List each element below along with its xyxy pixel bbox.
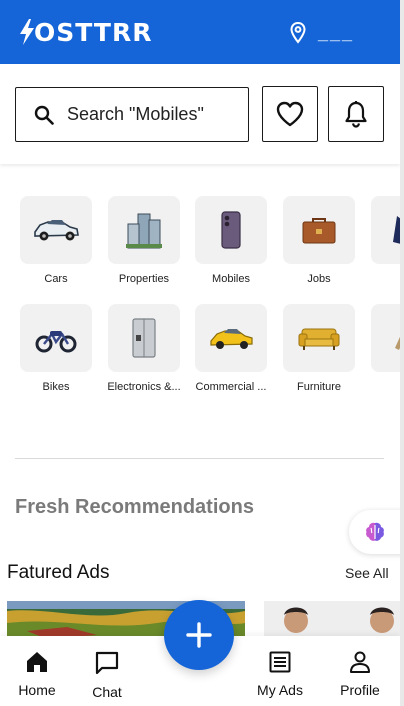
building-icon <box>126 213 162 249</box>
nav-chat-label: Chat <box>92 684 122 700</box>
category-tile <box>371 196 400 264</box>
nav-profile[interactable]: Profile <box>325 650 395 698</box>
home-icon <box>27 652 47 672</box>
location-text: ___ <box>318 22 355 43</box>
misc-icon <box>395 336 400 350</box>
nav-profile-label: Profile <box>340 682 380 698</box>
category-label: Cars <box>44 273 68 285</box>
logo-text: OSTTRR <box>34 17 153 47</box>
category-properties[interactable]: Properties <box>107 196 181 285</box>
search-icon <box>34 105 54 125</box>
category-tile <box>283 304 355 372</box>
category-mobiles[interactable]: Mobiles <box>194 196 268 285</box>
profile-icon <box>350 651 370 673</box>
search-input[interactable]: Search "Mobiles" <box>15 87 249 142</box>
favorites-button[interactable] <box>262 86 318 142</box>
category-furniture[interactable]: Furniture <box>282 304 356 393</box>
bell-icon <box>345 101 367 128</box>
my-ads-icon <box>269 651 291 673</box>
search-row: Search "Mobiles" <box>0 64 400 164</box>
ai-assistant-button[interactable] <box>349 510 400 554</box>
fridge-icon <box>132 318 156 358</box>
ad-card-image[interactable] <box>264 601 400 641</box>
location-pin-icon <box>290 22 306 44</box>
bike-icon <box>35 331 77 353</box>
chat-icon <box>95 651 119 675</box>
nav-my-ads-label: My Ads <box>257 682 303 698</box>
section-divider <box>15 458 384 459</box>
category-jobs[interactable]: Jobs <box>282 196 356 285</box>
category-label: Fa <box>367 273 400 285</box>
category-label: Electronics &... <box>107 381 181 393</box>
fresh-recommendations-title: Fresh Recommendations <box>15 496 254 518</box>
category-label: Bikes <box>42 381 70 393</box>
category-fashion[interactable]: Fa <box>370 196 400 285</box>
category-tile <box>195 304 267 372</box>
category-tile <box>108 304 180 372</box>
car-icon <box>34 220 79 241</box>
app-screen: OSTTRR ___ Search "Mobiles" Cars Propert… <box>0 0 400 706</box>
category-label: Commercial ... <box>195 381 267 393</box>
category-bikes[interactable]: Bikes <box>19 304 93 393</box>
category-tile <box>371 304 400 372</box>
location-selector[interactable]: ___ <box>290 22 354 44</box>
brain-icon <box>366 522 384 541</box>
nav-home-label: Home <box>18 682 56 698</box>
briefcase-icon <box>302 218 336 244</box>
category-electronics[interactable]: Electronics &... <box>107 304 181 393</box>
nav-my-ads[interactable]: My Ads <box>245 650 315 698</box>
nav-chat[interactable]: Chat <box>72 650 142 700</box>
category-tile <box>20 304 92 372</box>
categories-grid: Cars Properties Mobiles Jobs Bikes Elect… <box>0 168 400 428</box>
category-cars[interactable]: Cars <box>19 196 93 285</box>
category-tile <box>20 196 92 264</box>
post-ad-button[interactable] <box>164 600 234 670</box>
category-tile <box>283 196 355 264</box>
category-commercial[interactable]: Commercial ... <box>194 304 268 393</box>
category-label: Jobs <box>307 273 331 285</box>
sofa-icon <box>298 328 340 350</box>
category-more[interactable] <box>370 304 400 381</box>
category-label: Furniture <box>296 381 342 393</box>
nav-home[interactable]: Home <box>2 650 72 698</box>
person-image <box>264 601 400 641</box>
category-label: Mobiles <box>212 273 250 285</box>
window-edge <box>400 0 404 706</box>
see-all-link[interactable]: See All <box>345 565 389 581</box>
app-header: OSTTRR ___ <box>0 0 400 64</box>
search-placeholder: Search "Mobiles" <box>67 104 204 124</box>
featured-ads-title: Fatured Ads <box>7 562 110 583</box>
plus-icon <box>186 622 212 648</box>
category-label: Properties <box>118 273 170 285</box>
heart-icon <box>276 101 304 127</box>
app-logo[interactable]: OSTTRR <box>18 16 152 48</box>
taxi-icon <box>210 329 253 349</box>
notifications-button[interactable] <box>328 86 384 142</box>
category-tile <box>108 196 180 264</box>
category-tile <box>195 196 267 264</box>
phone-icon <box>221 211 241 249</box>
fashion-icon <box>393 216 400 244</box>
